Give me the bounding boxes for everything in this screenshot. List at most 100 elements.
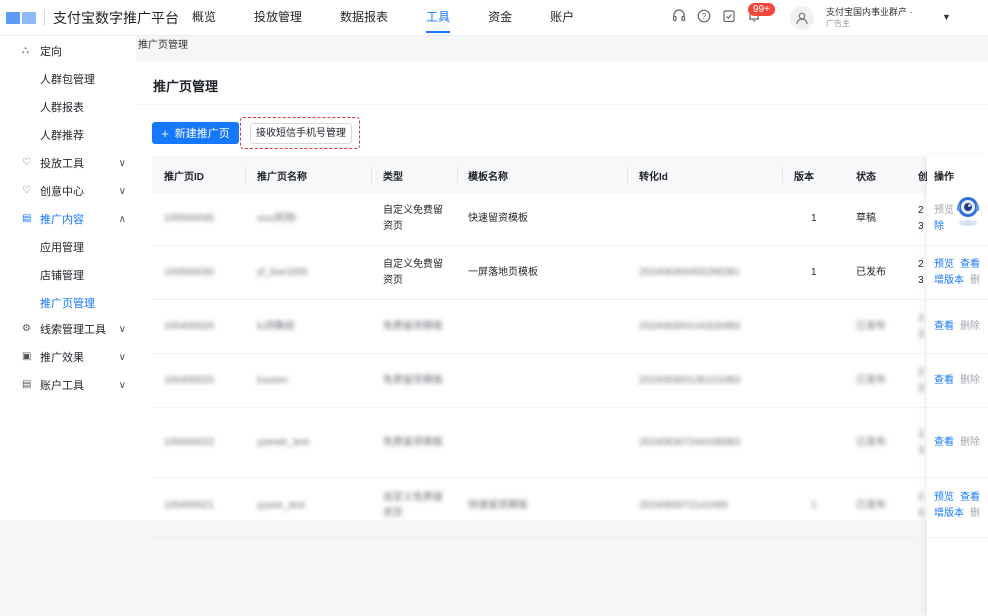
cell-created: 2 3: [918, 205, 924, 232]
sidebar-item-label: 定向: [40, 46, 62, 58]
sidebar-item-audience-report[interactable]: 人群报表: [0, 93, 136, 121]
cell-name: lu测集结: [257, 321, 295, 332]
sidebar-item-store-manage[interactable]: 店铺管理: [0, 261, 136, 289]
clue-icon: ⚙: [22, 323, 31, 334]
sidebar-item-label: 账户工具: [40, 380, 84, 392]
breadcrumb[interactable]: 推广页管理: [136, 36, 988, 60]
table-row[interactable]: 100400021 yyyee_test 自定义免费留资页 快速留资模板 202…: [152, 478, 988, 538]
cell-conversion-id: 2024083072142465: [639, 500, 728, 511]
table-row[interactable]: 100400022 yyiewe_test 免费留资模板 20240830724…: [152, 408, 988, 478]
nav-campaign[interactable]: 投放管理: [254, 0, 302, 36]
sidebar-item-app-manage[interactable]: 应用管理: [0, 233, 136, 261]
assistant-mascot-icon[interactable]: [955, 193, 981, 227]
chevron-down-icon: ∨: [118, 379, 126, 391]
col-sep: [245, 166, 246, 183]
chevron-down-icon: ∨: [118, 323, 126, 335]
highlight-box: 接收短信手机号管理: [240, 117, 360, 149]
col-sep: [457, 166, 458, 183]
cell-id: 100400021: [164, 500, 215, 511]
nav-overview[interactable]: 概览: [192, 0, 216, 36]
table-row[interactable]: 100500030 yf_live1655 自定义免费留资页 一屏落地页模板 2…: [152, 246, 988, 300]
nav-funds[interactable]: 资金: [488, 0, 512, 36]
sidebar-item-targeting[interactable]: ⛬ 定向: [0, 37, 136, 65]
table-header: 推广页ID 推广页名称 类型 模板名称 转化Id 版本 状态 创: [152, 156, 988, 193]
sidebar-item-audience-recommend[interactable]: 人群推荐: [0, 121, 136, 149]
table-row[interactable]: 100400026 lu测集结 免费留资模板 2024083001443294B…: [152, 300, 988, 354]
sidebar-item-creative-center[interactable]: ♡ 创意中心 ∨: [0, 177, 136, 205]
divider: [136, 104, 988, 105]
delete-link[interactable]: 删除: [960, 373, 980, 389]
sidebar-item-label: 线索管理工具: [40, 324, 106, 336]
app-title[interactable]: 支付宝数字推广平台: [53, 8, 179, 28]
delete-link[interactable]: 除: [934, 219, 944, 235]
account-icon: ▤: [22, 379, 32, 390]
sidebar-item-account-tools[interactable]: ▤ 账户工具 ∨: [0, 371, 136, 399]
chevron-down-icon: ∨: [118, 185, 126, 197]
col-id: 推广页ID: [164, 172, 204, 183]
view-link[interactable]: 查看: [934, 373, 954, 389]
cell-created: 2 3: [918, 313, 924, 340]
headset-icon[interactable]: [672, 9, 686, 23]
nav-tools[interactable]: 工具: [426, 0, 451, 36]
view-link[interactable]: 查看: [934, 319, 954, 335]
sms-phone-manage-button[interactable]: 接收短信手机号管理: [250, 123, 352, 144]
user-role: 广告主: [826, 19, 850, 28]
cell-status: 已发布: [856, 321, 886, 332]
cell-name: yyiewe_test: [257, 437, 310, 448]
chevron-down-icon[interactable]: ▼: [942, 12, 951, 22]
alipay-logo[interactable]: [6, 11, 36, 24]
cell-type: 免费留资模板: [383, 375, 443, 386]
cell-type: 自定义免费留资页: [383, 205, 443, 232]
table-row[interactable]: 100400025 luuwev 免费留资模板 2024083001351010…: [152, 354, 988, 408]
sidebar-item-label: 推广内容: [40, 214, 84, 226]
user-menu[interactable]: 支付宝国内事业群产 · 广告主 ▼: [790, 6, 951, 30]
cell-created: 2 3: [918, 259, 924, 286]
bulb-icon: ♡: [22, 185, 31, 196]
col-conversion-id: 转化Id: [639, 172, 668, 183]
view-link[interactable]: 查看: [960, 257, 980, 273]
cell-type: 自定义免费留资页: [383, 259, 443, 286]
cell-conversion-id: 2024083001351010B3: [639, 375, 741, 386]
cell-created: 2 3: [918, 429, 924, 456]
preview-link[interactable]: 预览: [934, 257, 954, 273]
cell-conversion-id: 2024083001443294B3: [639, 321, 741, 332]
cell-version: 1: [811, 500, 817, 511]
delete-link[interactable]: 删: [970, 273, 980, 289]
col-name: 推广页名称: [257, 172, 307, 183]
cell-id: 100400026: [164, 321, 215, 332]
view-link[interactable]: 查看: [960, 490, 980, 506]
new-landing-page-button[interactable]: + 新建推广页: [152, 122, 239, 144]
cell-status: 草稿: [856, 213, 876, 224]
sidebar-item-promotion-content[interactable]: ▤ 推广内容 ∧: [0, 205, 136, 233]
sidebar-item-delivery-tools[interactable]: ♡ 投放工具 ∨: [0, 149, 136, 177]
top-bar: 支付宝数字推广平台 概览 投放管理 数据报表 工具 资金 账户 ? 99+ 支付…: [0, 0, 988, 36]
col-version: 版本: [794, 172, 814, 183]
target-icon: ⛬: [22, 45, 29, 56]
cell-type: 自定义免费留资页: [383, 492, 443, 519]
col-actions: 操作: [934, 172, 954, 183]
delete-link[interactable]: 删除: [960, 319, 980, 335]
view-link[interactable]: 查看: [934, 435, 954, 451]
preview-link[interactable]: 预览: [934, 490, 954, 506]
preview-link[interactable]: 预览: [934, 203, 954, 219]
effect-icon: ▣: [22, 351, 32, 362]
cell-name: uuu测测r: [257, 213, 298, 224]
chevron-up-icon: ∧: [118, 213, 126, 225]
sidebar-item-audience-package[interactable]: 人群包管理: [0, 65, 136, 93]
user-icon: [796, 12, 808, 25]
add-version-link[interactable]: 增版本: [934, 273, 964, 289]
sidebar-item-clue-tools[interactable]: ⚙ 线索管理工具 ∨: [0, 315, 136, 343]
sidebar-item-landing-page-manage[interactable]: 推广页管理: [0, 289, 136, 317]
table-row[interactable]: 100500045 uuu测测r 自定义免费留资页 快速留资模板 1 草稿 2 …: [152, 193, 988, 246]
nav-account[interactable]: 账户: [550, 0, 574, 36]
button-label: 新建推广页: [174, 128, 230, 140]
help-icon[interactable]: ?: [697, 9, 711, 23]
col-type: 类型: [383, 172, 403, 183]
sidebar-item-effect[interactable]: ▣ 推广效果 ∨: [0, 343, 136, 371]
delete-link[interactable]: 删除: [960, 435, 980, 451]
col-template: 模板名称: [468, 172, 508, 183]
tool-icon: ♡: [22, 157, 31, 168]
nav-reports[interactable]: 数据报表: [340, 0, 388, 36]
avatar[interactable]: [790, 6, 814, 30]
todo-icon[interactable]: [722, 9, 736, 23]
